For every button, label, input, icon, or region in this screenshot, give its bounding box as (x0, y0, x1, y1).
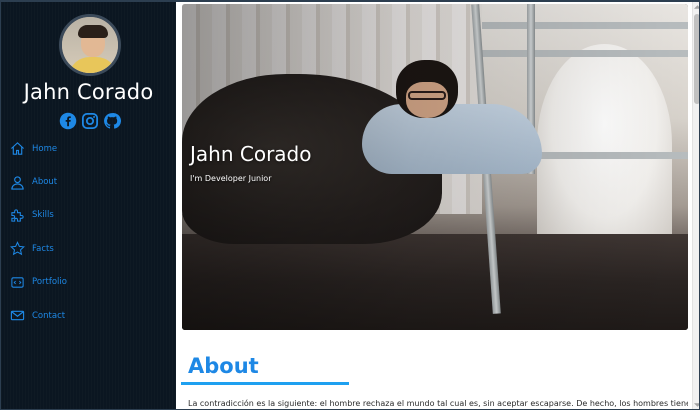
sidebar-item-label: About (32, 177, 58, 188)
github-icon[interactable] (103, 112, 121, 130)
sidebar-item-about[interactable]: About (1, 165, 176, 198)
instagram-icon[interactable] (81, 112, 99, 130)
hero-subtitle: I'm Developer Junior (190, 174, 272, 183)
star-icon (10, 241, 25, 256)
heading-underline (181, 382, 349, 385)
hero-title: Jahn Corado (190, 142, 312, 166)
sidebar: Jahn Corado Home About Skills Facts Port… (1, 2, 176, 409)
sidebar-item-home[interactable]: Home (1, 132, 176, 165)
social-links (59, 112, 121, 132)
sidebar-item-label: Home (32, 143, 58, 154)
sidebar-item-label: Contact (32, 310, 66, 321)
sidebar-item-label: Facts (32, 243, 54, 254)
sidebar-item-label: Portfolio (32, 277, 67, 288)
scrollbar-thumb[interactable] (694, 14, 699, 104)
browser-viewport: Jahn Corado Home About Skills Facts Port… (0, 0, 700, 410)
page-scrollbar[interactable] (692, 2, 700, 409)
sidebar-item-facts[interactable]: Facts (1, 232, 176, 265)
person-icon (11, 175, 24, 190)
avatar (59, 14, 121, 76)
sidebar-nav: Home About Skills Facts Portfolio Contac… (1, 132, 176, 332)
sidebar-item-contact[interactable]: Contact (1, 299, 176, 332)
portfolio-icon (11, 277, 24, 288)
profile-name: Jahn Corado (23, 80, 154, 104)
puzzle-icon (11, 209, 24, 222)
main-content: Jahn Corado I'm Developer Junior About L… (176, 2, 692, 409)
house-icon (11, 142, 24, 155)
sidebar-item-label: Skills (32, 210, 54, 221)
hero-banner: Jahn Corado I'm Developer Junior (182, 4, 688, 330)
facebook-icon[interactable] (59, 112, 77, 130)
about-paragraph: La contradicción es la siguiente: el hom… (188, 399, 688, 408)
about-heading: About (188, 354, 259, 378)
sidebar-item-portfolio[interactable]: Portfolio (1, 266, 176, 299)
envelope-icon (10, 310, 25, 321)
sidebar-item-skills[interactable]: Skills (1, 199, 176, 232)
scroll-down-icon[interactable] (694, 402, 700, 408)
scroll-up-icon[interactable] (694, 4, 700, 10)
